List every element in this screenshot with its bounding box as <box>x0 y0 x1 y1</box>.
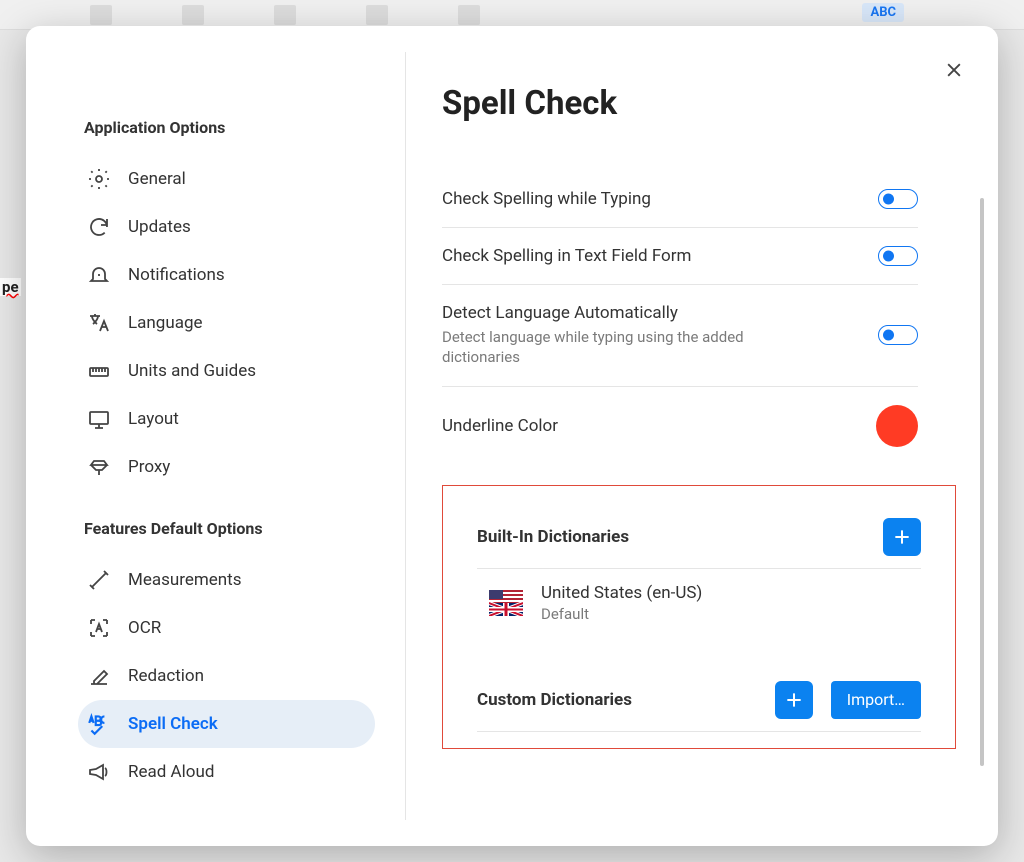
toggle-check-form[interactable] <box>878 246 918 266</box>
option-sublabel: Detect language while typing using the a… <box>442 327 822 368</box>
preferences-dialog: Application Options General Updates Noti… <box>26 26 998 846</box>
sidebar-item-proxy[interactable]: Proxy <box>78 443 375 491</box>
sidebar-section-app: Application Options <box>84 118 405 137</box>
sync-icon <box>86 214 112 240</box>
us-uk-flag-icon <box>489 590 523 616</box>
sidebar-item-ocr[interactable]: OCR <box>78 604 375 652</box>
toggle-check-typing[interactable] <box>878 189 918 209</box>
sidebar-item-label: Units and Guides <box>128 361 256 381</box>
dictionary-sub: Default <box>541 605 702 623</box>
eraser-icon <box>86 663 112 689</box>
ruler-icon <box>86 358 112 384</box>
builtin-heading: Built-In Dictionaries <box>477 527 629 547</box>
scrollbar[interactable] <box>980 198 984 766</box>
option-label: Check Spelling while Typing <box>442 189 878 209</box>
option-underline-color: Underline Color <box>442 387 918 465</box>
sidebar-item-label: Read Aloud <box>128 762 214 782</box>
sidebar-item-label: Updates <box>128 217 191 237</box>
plus-icon <box>784 690 804 710</box>
monitor-icon <box>86 406 112 432</box>
gear-icon <box>86 166 112 192</box>
translate-icon <box>86 310 112 336</box>
option-label: Underline Color <box>442 416 876 436</box>
page-title: Spell Check <box>442 84 962 123</box>
sidebar-item-layout[interactable]: Layout <box>78 395 375 443</box>
megaphone-icon <box>86 759 112 785</box>
sidebar-item-spellcheck[interactable]: Spell Check <box>78 700 375 748</box>
bell-icon <box>86 262 112 288</box>
sidebar-item-label: OCR <box>128 618 161 638</box>
option-label: Check Spelling in Text Field Form <box>442 246 878 266</box>
content-pane: Spell Check Check Spelling while Typing … <box>406 26 998 846</box>
sidebar-item-units[interactable]: Units and Guides <box>78 347 375 395</box>
sidebar-item-label: Redaction <box>128 666 204 686</box>
sidebar-item-redaction[interactable]: Redaction <box>78 652 375 700</box>
sidebar-item-label: General <box>128 169 186 189</box>
import-button-label: Import… <box>847 690 905 709</box>
sidebar-item-notifications[interactable]: Notifications <box>78 251 375 299</box>
plus-icon <box>892 527 912 547</box>
measure-icon <box>86 567 112 593</box>
sidebar-item-updates[interactable]: Updates <box>78 203 375 251</box>
add-builtin-button[interactable] <box>883 518 921 556</box>
ocr-icon <box>86 615 112 641</box>
sidebar-item-label: Language <box>128 313 203 333</box>
option-check-typing: Check Spelling while Typing <box>442 171 918 228</box>
dictionary-entry[interactable]: United States (en-US) Default <box>477 569 921 637</box>
toggle-detect-lang[interactable] <box>878 325 918 345</box>
option-label: Detect Language Automatically <box>442 303 878 323</box>
builtin-header-row: Built-In Dictionaries <box>477 502 921 569</box>
sidebar-item-read-aloud[interactable]: Read Aloud <box>78 748 375 796</box>
option-check-form: Check Spelling in Text Field Form <box>442 228 918 285</box>
custom-heading: Custom Dictionaries <box>477 690 632 710</box>
option-detect-lang: Detect Language Automatically Detect lan… <box>442 285 918 387</box>
sidebar-item-measurements[interactable]: Measurements <box>78 556 375 604</box>
sidebar: Application Options General Updates Noti… <box>26 52 406 820</box>
sidebar-item-label: Proxy <box>128 457 170 477</box>
sidebar-item-label: Layout <box>128 409 179 429</box>
spellcheck-icon <box>86 711 112 737</box>
sidebar-item-language[interactable]: Language <box>78 299 375 347</box>
sidebar-item-general[interactable]: General <box>78 155 375 203</box>
dictionary-name: United States (en-US) <box>541 583 702 603</box>
sidebar-section-features: Features Default Options <box>84 519 405 538</box>
dictionaries-highlight-box: Built-In Dictionaries <box>442 485 956 749</box>
import-button[interactable]: Import… <box>831 681 921 719</box>
sidebar-item-label: Notifications <box>128 265 225 285</box>
background-misspelled-text: pe <box>0 278 21 296</box>
custom-header-row: Custom Dictionaries Import… <box>477 665 921 732</box>
sidebar-item-label: Spell Check <box>128 714 218 734</box>
toolbar-abc-badge: ABC <box>862 3 904 22</box>
network-icon <box>86 454 112 480</box>
add-custom-button[interactable] <box>775 681 813 719</box>
underline-color-swatch[interactable] <box>876 405 918 447</box>
sidebar-item-label: Measurements <box>128 570 242 590</box>
